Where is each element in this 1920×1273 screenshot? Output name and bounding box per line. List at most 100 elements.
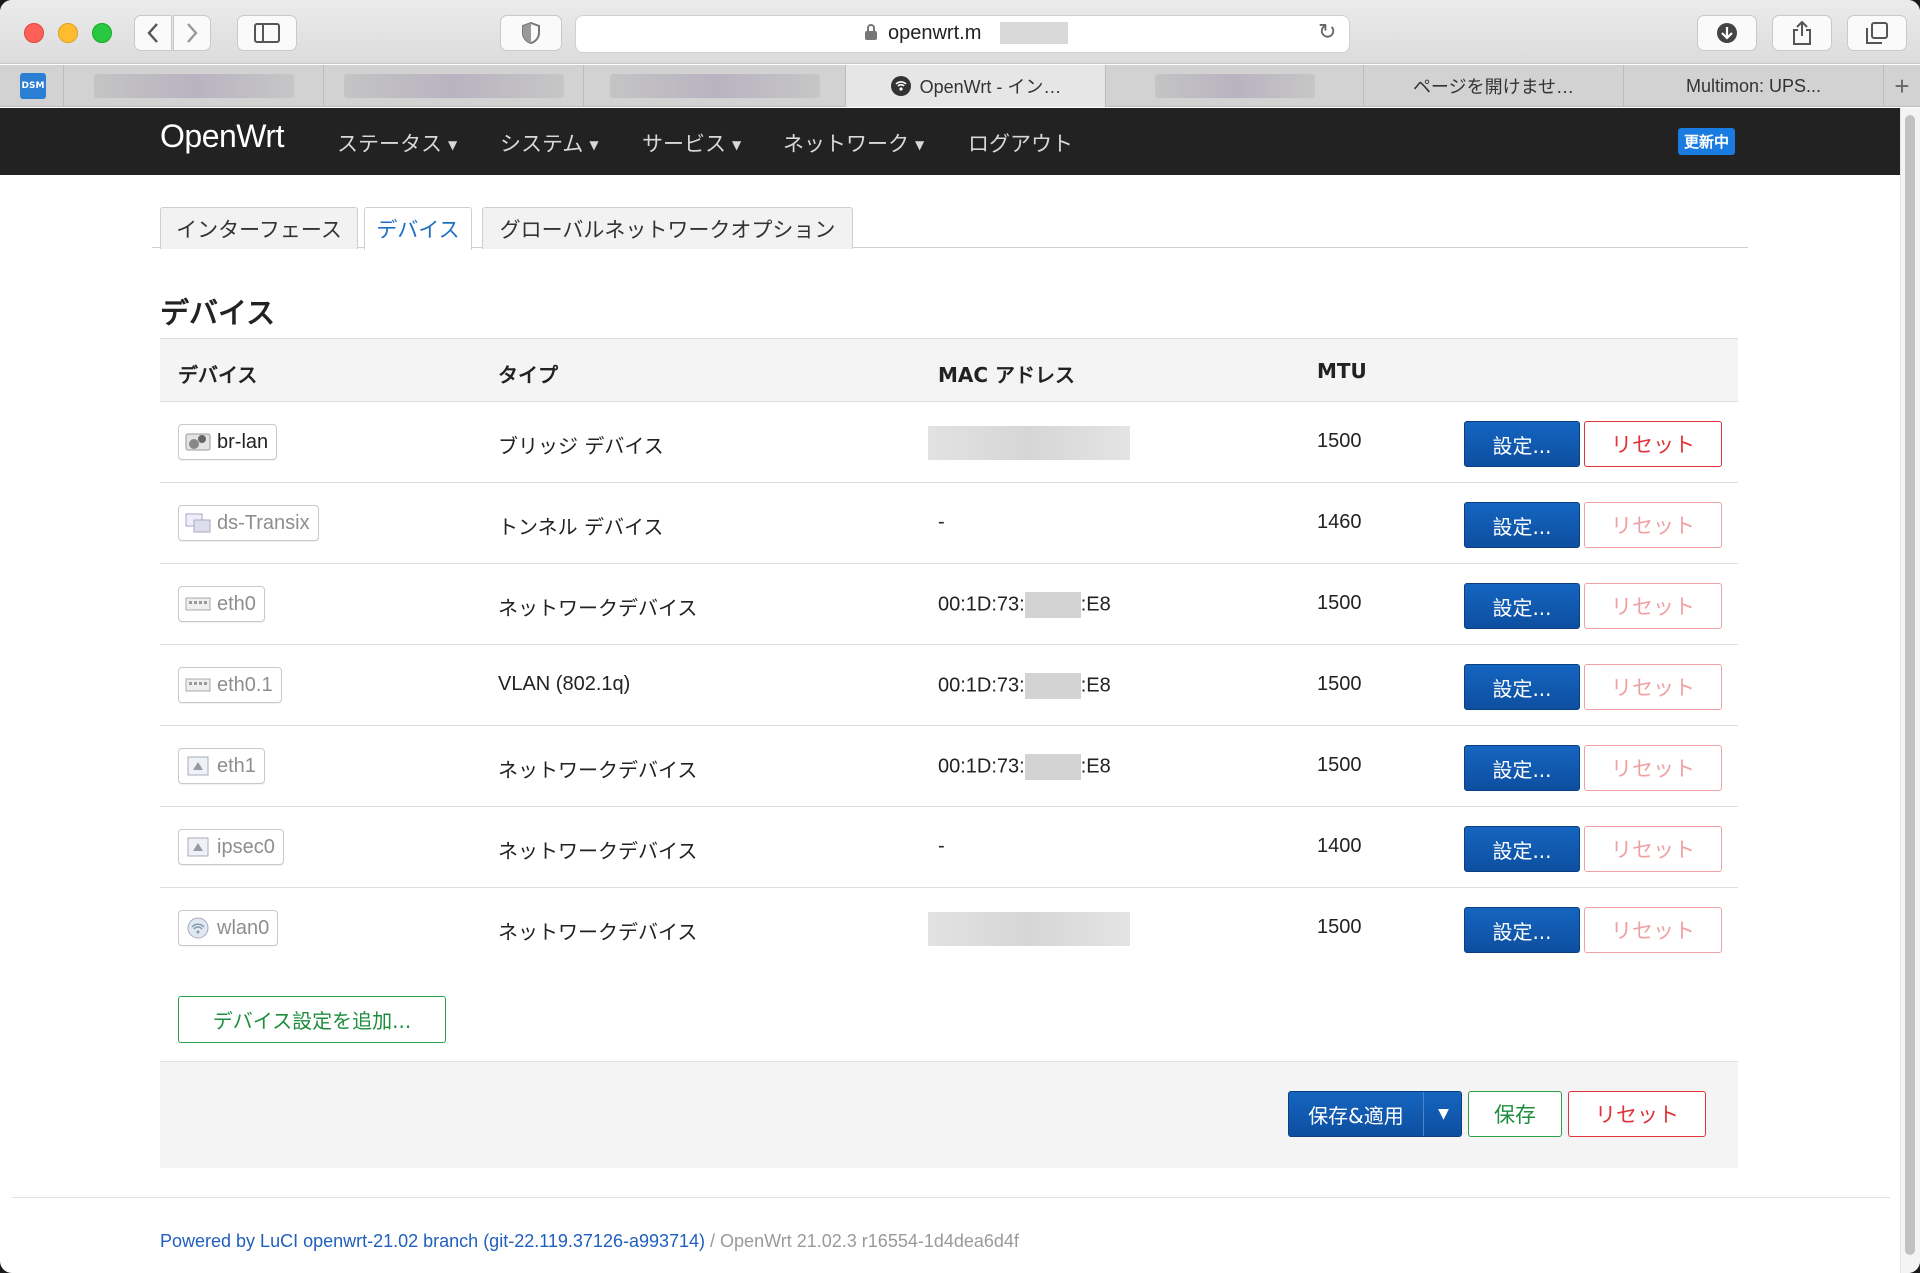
tab-title-redacted (93, 74, 294, 98)
reset-button[interactable]: リセット (1584, 745, 1722, 791)
reset-all-button[interactable]: リセット (1568, 1091, 1706, 1137)
footer: Powered by LuCI openwrt-21.02 branch (gi… (160, 1231, 1019, 1252)
sidebar-toggle-button[interactable] (237, 15, 297, 51)
openwrt-favicon-icon (890, 76, 911, 96)
mac-prefix: 00:1D:73: (938, 674, 1025, 697)
browser-tab[interactable] (323, 65, 583, 107)
save-button[interactable]: 保存 (1468, 1091, 1562, 1137)
device-mtu: 1500 (1317, 673, 1362, 695)
wifi-icon (187, 917, 209, 939)
table-row: eth0.1 VLAN (802.1q) 00:1D:73::E8 1500 設… (160, 645, 1738, 726)
save-apply-label[interactable]: 保存&適用 (1289, 1092, 1424, 1136)
save-apply-button[interactable]: 保存&適用 ▼ (1288, 1091, 1462, 1137)
ethernet-port-icon (187, 837, 209, 857)
browser-tab-active[interactable]: OpenWrt - イン… (845, 65, 1105, 107)
browser-tab-label: Multimon: UPS... (1685, 75, 1822, 96)
sidebar-icon (254, 23, 280, 43)
dsm-pinned-tab-icon[interactable]: DSM (20, 73, 46, 99)
url-redacted (1000, 22, 1068, 44)
reset-button[interactable]: リセット (1584, 421, 1722, 467)
configure-button[interactable]: 設定... (1464, 745, 1580, 791)
nav-status-label: ステータス (337, 132, 442, 156)
device-mac: - (938, 835, 945, 857)
nav-status[interactable]: ステータス ▼ (337, 128, 457, 158)
configure-button[interactable]: 設定... (1464, 502, 1580, 548)
chevron-right-icon (187, 23, 198, 43)
page-title: デバイス (160, 296, 276, 330)
device-type: ネットワークデバイス (498, 758, 698, 782)
brand-logo[interactable]: OpenWrt (160, 118, 284, 155)
table-header: デバイス タイプ MAC アドレス MTU (160, 338, 1738, 402)
reset-button[interactable]: リセット (1584, 502, 1722, 548)
device-mtu: 1500 (1317, 754, 1362, 776)
device-badge[interactable]: eth0 (178, 586, 265, 622)
reset-button[interactable]: リセット (1584, 907, 1722, 953)
configure-button[interactable]: 設定... (1464, 664, 1580, 710)
configure-button[interactable]: 設定... (1464, 907, 1580, 953)
browser-tab[interactable] (1105, 65, 1363, 107)
nav-system-label: システム (500, 132, 584, 156)
caret-down-icon: ▼ (589, 138, 599, 152)
openwrt-header: OpenWrt ステータス ▼ システム ▼ サービス ▼ ネットワーク ▼ ログアウト… (0, 108, 1900, 175)
caret-down-icon[interactable]: ▼ (1425, 1092, 1462, 1136)
device-badge[interactable]: eth0.1 (178, 667, 282, 703)
device-name: eth0 (217, 592, 256, 615)
zoom-window-button[interactable] (92, 23, 112, 43)
reload-icon[interactable]: ↻ (1318, 20, 1336, 45)
tabs-icon (1866, 22, 1888, 44)
nav-network[interactable]: ネットワーク ▼ (783, 128, 924, 158)
minimize-window-button[interactable] (58, 23, 78, 43)
device-badge[interactable]: eth1 (178, 748, 265, 784)
tab-title-redacted (1154, 74, 1315, 98)
device-badge[interactable]: ds-Transix (178, 505, 319, 541)
tab-title-redacted (609, 74, 820, 98)
device-badge[interactable]: br-lan (178, 424, 278, 460)
configure-button[interactable]: 設定... (1464, 421, 1580, 467)
tab-title-redacted (343, 74, 564, 98)
device-badge[interactable]: wlan0 (178, 910, 279, 946)
device-name: eth0.1 (217, 673, 273, 696)
luci-link[interactable]: Powered by LuCI openwrt-21.02 branch (gi… (160, 1231, 705, 1251)
new-tab-button[interactable]: + (1883, 65, 1920, 107)
add-device-button[interactable]: デバイス設定を追加... (178, 996, 446, 1043)
tab-interfaces[interactable]: インターフェース (160, 207, 358, 249)
device-badge[interactable]: ipsec0 (178, 829, 284, 865)
device-mac: - (938, 511, 945, 533)
browser-tab[interactable] (63, 65, 323, 107)
table-row: wlan0 ネットワークデバイス 1500 設定... リセット (160, 888, 1738, 969)
browser-tab[interactable] (583, 65, 845, 107)
browser-tab[interactable]: Multimon: UPS... (1623, 65, 1883, 107)
nav-logout[interactable]: ログアウト (968, 128, 1073, 158)
configure-button[interactable]: 設定... (1464, 583, 1580, 629)
downloads-button[interactable] (1697, 15, 1757, 51)
header-mac: MAC アドレス (938, 363, 1076, 387)
url-text: openwrt.m (888, 22, 982, 44)
back-button[interactable] (134, 15, 172, 51)
nav-system[interactable]: システム ▼ (500, 128, 599, 158)
configure-button[interactable]: 設定... (1464, 826, 1580, 872)
nav-services[interactable]: サービス ▼ (642, 128, 741, 158)
header-device: デバイス (178, 363, 258, 387)
share-button[interactable] (1772, 15, 1832, 51)
reset-button[interactable]: リセット (1584, 664, 1722, 710)
reset-button[interactable]: リセット (1584, 583, 1722, 629)
privacy-report-button[interactable] (500, 15, 562, 51)
device-name: ds-Transix (217, 511, 310, 534)
footer-separator: / (705, 1231, 721, 1251)
browser-tab[interactable]: ページを開けませ… (1363, 65, 1623, 107)
tab-global-network-options[interactable]: グローバルネットワークオプション (482, 207, 853, 249)
lock-icon (865, 24, 877, 40)
scrollbar-thumb[interactable] (1905, 115, 1915, 1255)
forward-button[interactable] (173, 15, 211, 51)
reset-button[interactable]: リセット (1584, 826, 1722, 872)
table-row: ds-Transix トンネル デバイス - 1460 設定... リセット (160, 483, 1738, 564)
tab-devices[interactable]: デバイス (364, 207, 472, 250)
close-window-button[interactable] (24, 23, 44, 43)
mac-redacted (928, 426, 1130, 460)
device-name: br-lan (217, 430, 269, 453)
tab-overview-button[interactable] (1847, 15, 1907, 51)
device-type: ネットワークデバイス (498, 920, 698, 944)
tunnel-icon (185, 513, 211, 533)
browser-tab-label: ページを開けませ… (1412, 77, 1575, 97)
device-mtu: 1460 (1317, 511, 1362, 533)
